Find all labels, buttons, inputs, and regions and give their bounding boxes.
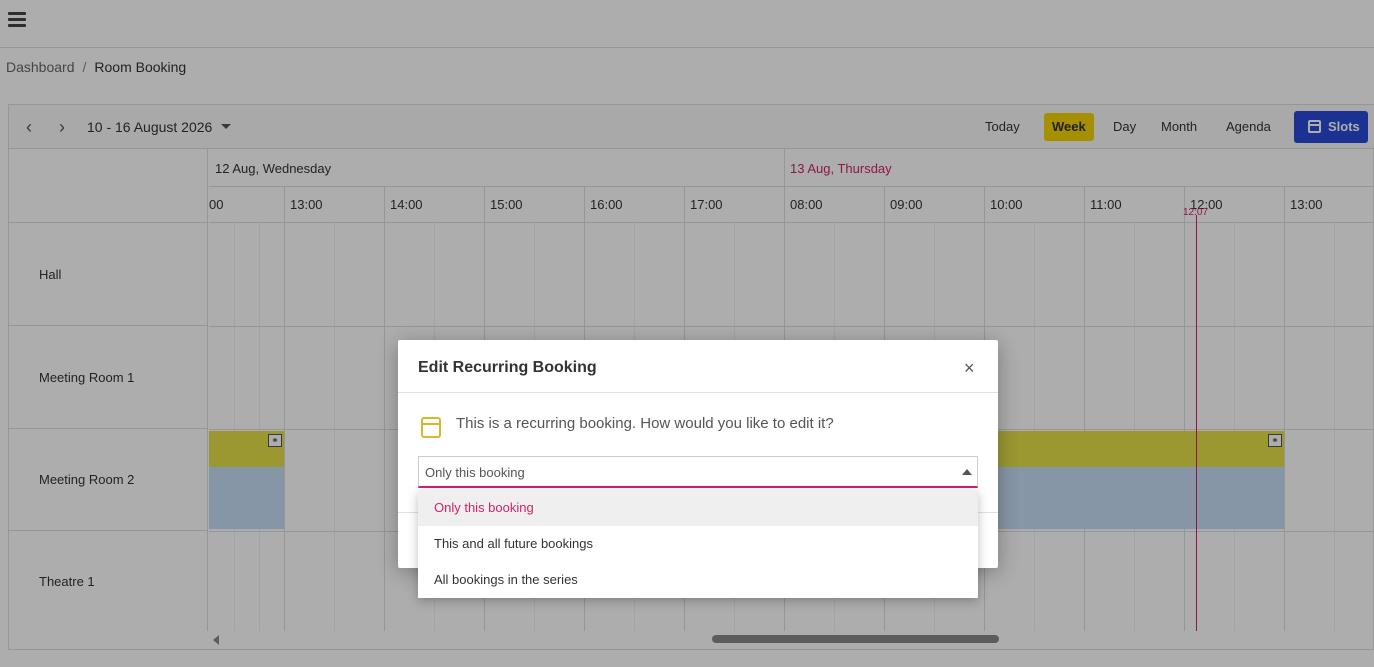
edit-scope-select[interactable]: Only this booking bbox=[418, 456, 978, 488]
calendar-icon bbox=[421, 417, 441, 438]
chevron-up-icon bbox=[962, 469, 972, 475]
dialog-message: This is a recurring booking. How would y… bbox=[456, 415, 834, 432]
edit-scope-dropdown-list: Only this booking This and all future bo… bbox=[418, 490, 978, 598]
dialog-title: Edit Recurring Booking bbox=[418, 359, 597, 376]
dialog-header-divider bbox=[398, 392, 998, 393]
option-this-and-future-bookings[interactable]: This and all future bookings bbox=[418, 526, 978, 562]
option-only-this-booking[interactable]: Only this booking bbox=[418, 490, 978, 526]
edit-scope-selected-value: Only this booking bbox=[425, 465, 525, 480]
close-icon[interactable]: × bbox=[964, 358, 975, 379]
option-all-bookings-in-series[interactable]: All bookings in the series bbox=[418, 562, 978, 598]
